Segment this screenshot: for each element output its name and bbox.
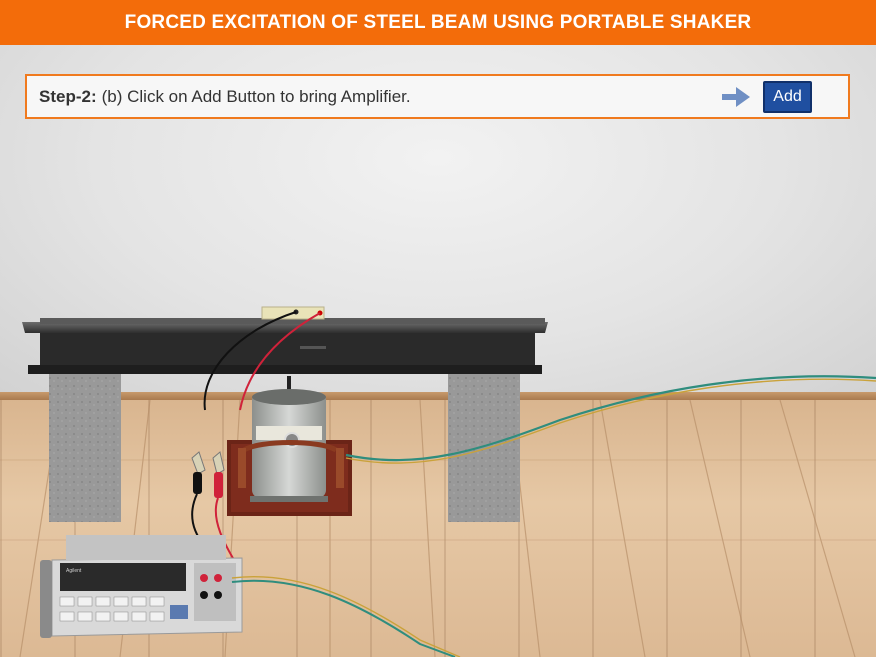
- vibration-shaker: [227, 376, 352, 516]
- instruction-bar: Step-2: (b) Click on Add Button to bring…: [25, 74, 850, 119]
- add-button[interactable]: Add: [763, 81, 812, 113]
- right-arrow-icon: [722, 87, 750, 107]
- alligator-clips: [191, 451, 225, 498]
- step-label: Step-2:: [39, 86, 97, 106]
- left-support-block: [49, 374, 121, 522]
- right-support-block: [448, 374, 520, 522]
- digital-multimeter: [40, 535, 243, 638]
- steel-beam: [22, 318, 548, 374]
- multimeter-brand: Agilent: [66, 568, 82, 574]
- page-title: FORCED EXCITATION OF STEEL BEAM USING PO…: [0, 0, 876, 45]
- instruction-text: (b) Click on Add Button to bring Amplifi…: [101, 86, 411, 106]
